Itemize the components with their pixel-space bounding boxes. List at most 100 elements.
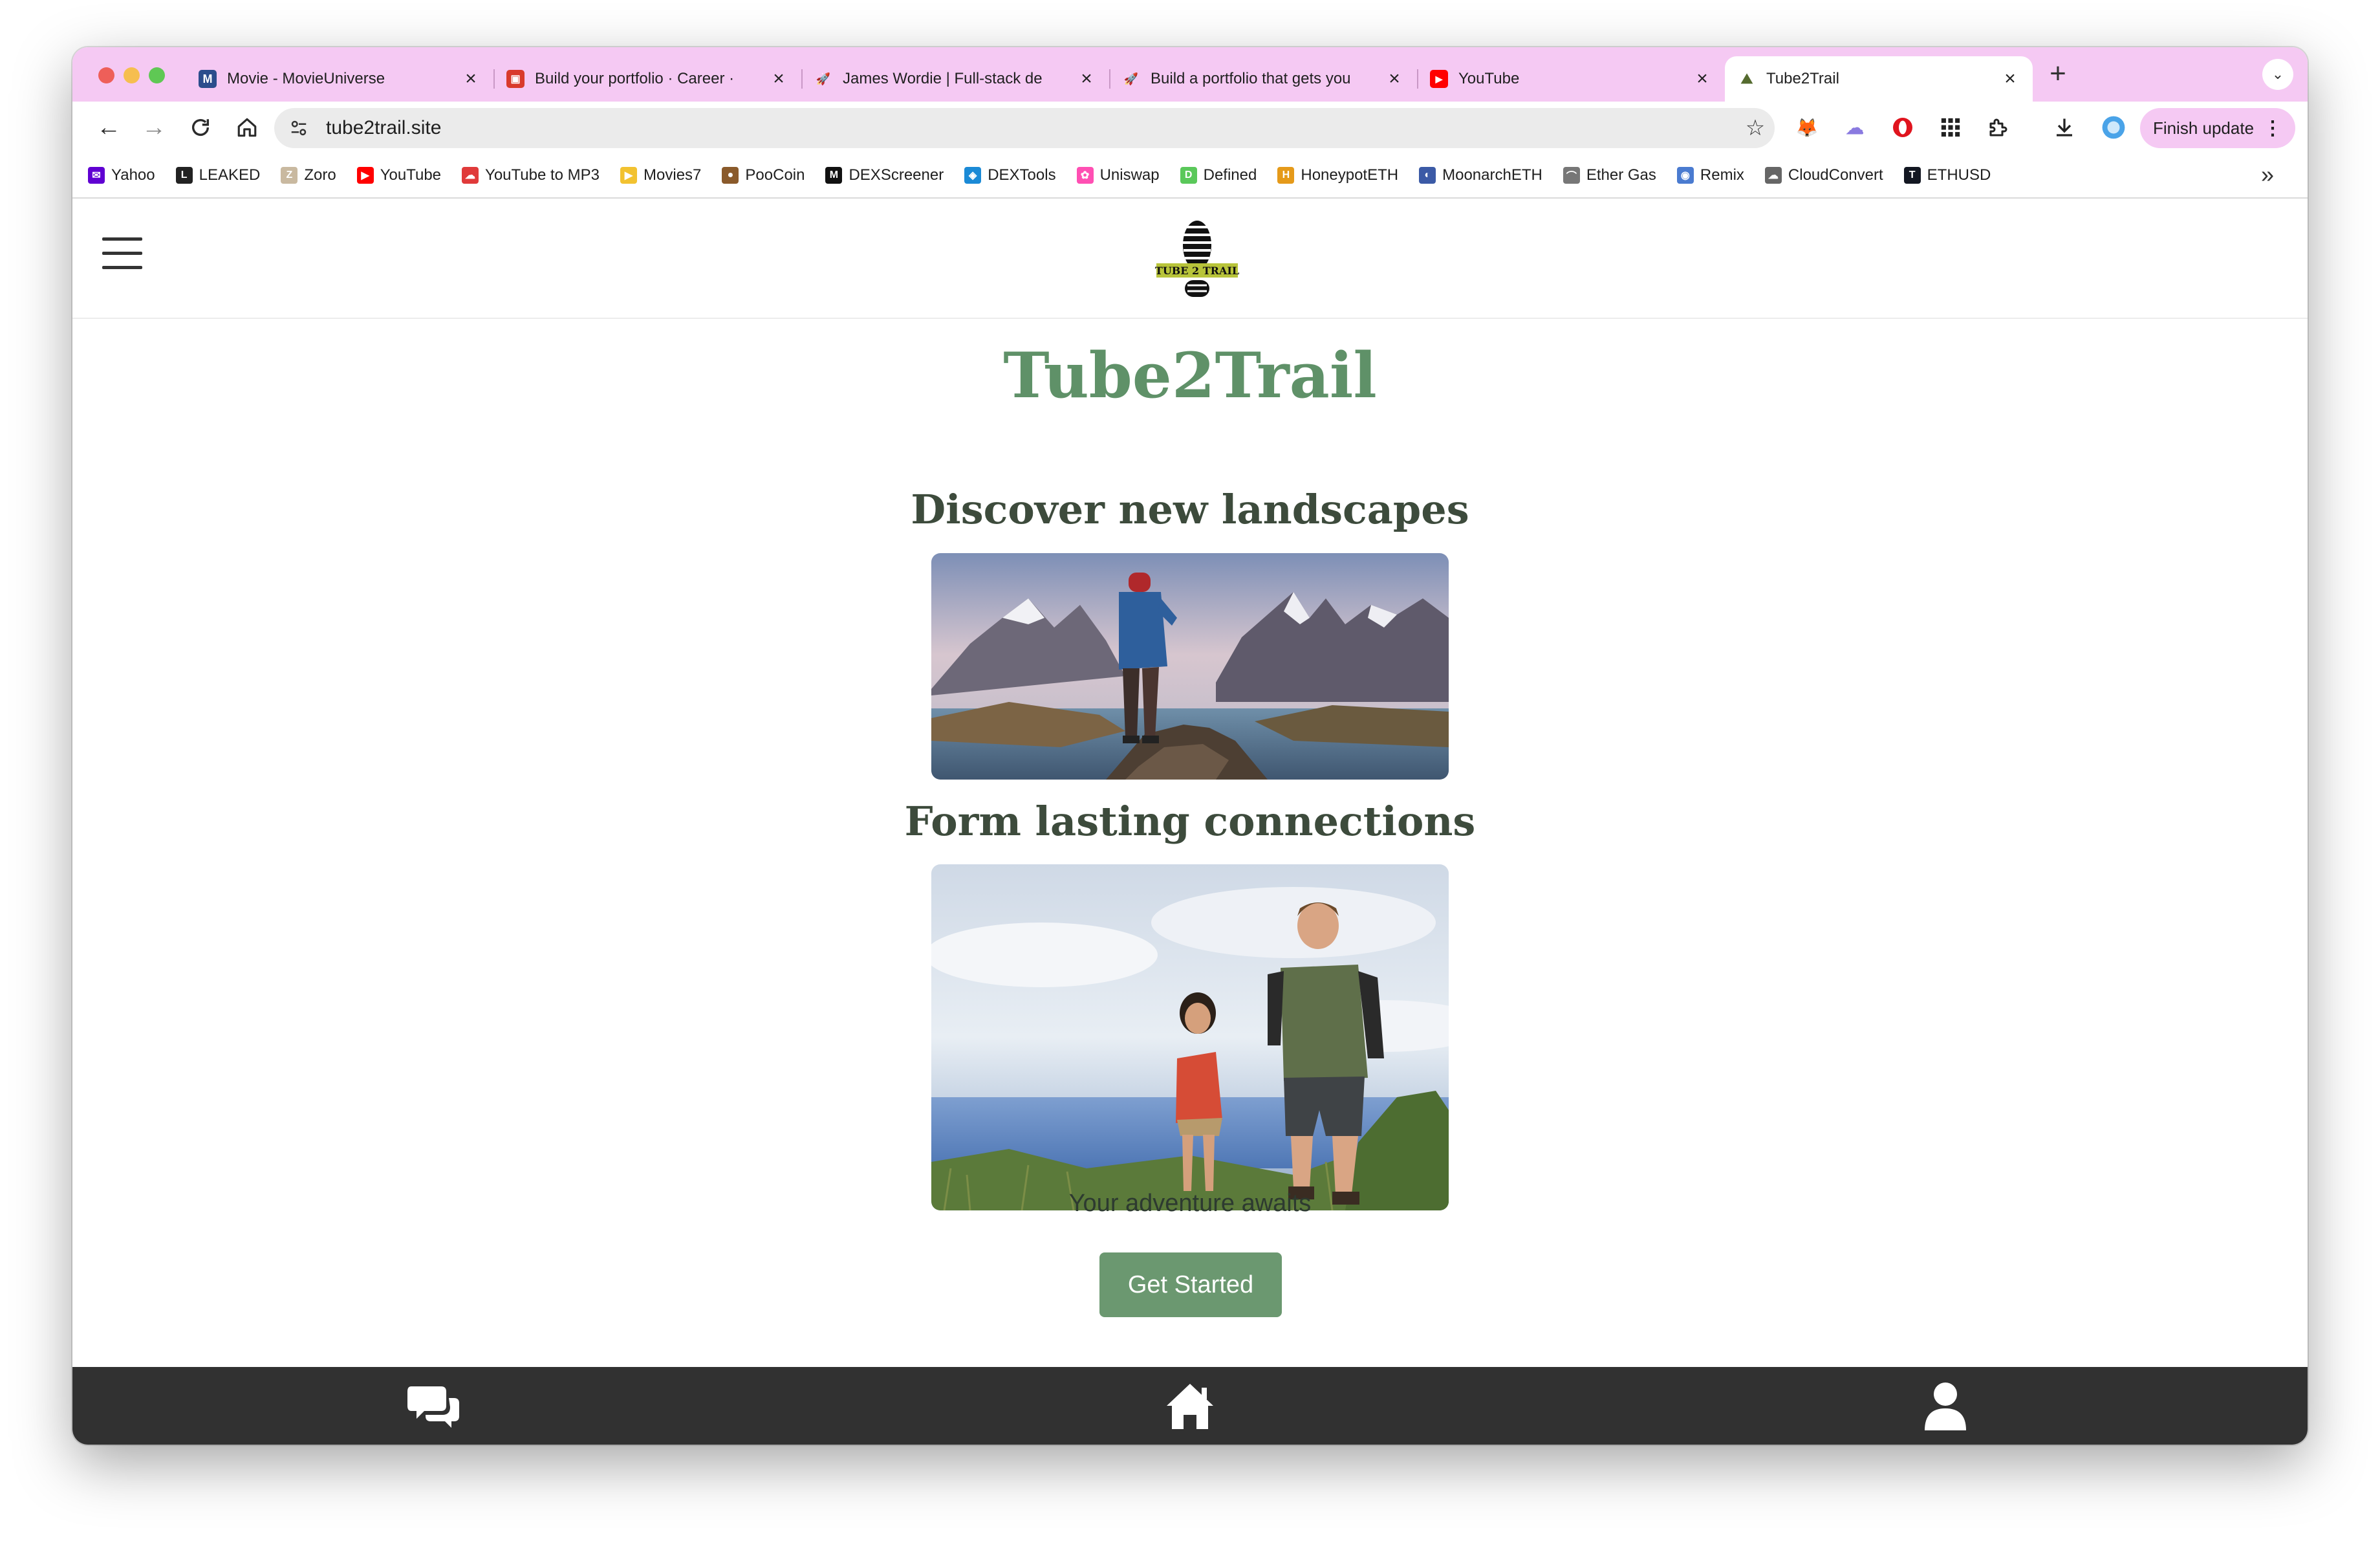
close-tab-icon[interactable]: × bbox=[1693, 68, 1712, 90]
bookmark-yahoo[interactable]: ✉ Yahoo bbox=[88, 166, 155, 184]
tab-title: YouTube bbox=[1458, 70, 1520, 87]
dextools-icon: ◈ bbox=[964, 167, 982, 184]
close-window-button[interactable] bbox=[98, 67, 114, 83]
bookmark-label: ETHUSD bbox=[1927, 166, 1991, 184]
tab-title: Build a portfolio that gets you bbox=[1151, 70, 1351, 87]
bookmark-youtube-to-mp3[interactable]: ☁ YouTube to MP3 bbox=[462, 166, 600, 184]
bookmark-uniswap[interactable]: ✿ Uniswap bbox=[1076, 166, 1160, 184]
bookmark-label: Remix bbox=[1700, 166, 1744, 184]
address-url[interactable]: tube2trail.site bbox=[326, 117, 1736, 139]
tab-0[interactable]: M Movie - MovieUniverse × bbox=[186, 56, 493, 102]
home-button[interactable] bbox=[229, 109, 265, 146]
bookmark-remix[interactable]: ◉ Remix bbox=[1676, 166, 1744, 184]
bookmark-label: MoonarchETH bbox=[1442, 166, 1542, 184]
bookmark-honeypoteth[interactable]: H HoneypotETH bbox=[1277, 166, 1398, 184]
bookmark-star-icon[interactable]: ☆ bbox=[1736, 115, 1775, 141]
metamask-extension-icon[interactable]: 🦊 bbox=[1793, 113, 1821, 142]
home-nav-icon[interactable] bbox=[1164, 1381, 1216, 1430]
bookmark-label: LEAKED bbox=[199, 166, 261, 184]
bookmark-zoro[interactable]: Z Zoro bbox=[281, 166, 336, 184]
bookmark-cloudconvert[interactable]: ☁ CloudConvert bbox=[1764, 166, 1883, 184]
chevron-down-icon: ⌄ bbox=[2271, 66, 2284, 82]
close-tab-icon[interactable]: × bbox=[461, 68, 481, 90]
apps-grid-icon[interactable] bbox=[1936, 113, 1965, 142]
profile-avatar-icon[interactable] bbox=[2099, 113, 2128, 142]
browser-window: M Movie - MovieUniverse × ▣ Build your portf… bbox=[72, 47, 2308, 1445]
bookmark-moonarcheth[interactable]: ◐ MoonarchETH bbox=[1419, 166, 1542, 184]
bookmark-leaked[interactable]: L LEAKED bbox=[175, 166, 261, 184]
tab-strip: M Movie - MovieUniverse × ▣ Build your portf… bbox=[72, 47, 2308, 102]
home-icon bbox=[237, 118, 257, 137]
hikers-photo bbox=[931, 864, 1449, 1210]
honeypot-icon: H bbox=[1277, 167, 1295, 184]
back-button[interactable]: ← bbox=[91, 109, 127, 146]
cloud-download-icon: ☁ bbox=[462, 167, 479, 184]
tube2trail-icon: ⛰ bbox=[1738, 70, 1756, 88]
youtube-icon: ▶ bbox=[356, 167, 374, 184]
play-icon: ▶ bbox=[620, 167, 638, 184]
site-settings-icon[interactable] bbox=[287, 116, 310, 140]
logo-text: TUBE 2 TRAIL bbox=[1155, 265, 1239, 277]
career-icon: ▣ bbox=[506, 70, 525, 88]
tab-5[interactable]: ⛰ Tube2Trail × bbox=[1725, 56, 2033, 102]
close-tab-icon[interactable]: × bbox=[1385, 68, 1404, 90]
bookmark-ether-gas[interactable]: ⌒ Ether Gas bbox=[1563, 166, 1656, 184]
close-tab-icon[interactable]: × bbox=[1077, 68, 1096, 90]
bookmark-dextools[interactable]: ◈ DEXTools bbox=[964, 166, 1056, 184]
close-tab-icon[interactable]: × bbox=[2000, 68, 2020, 90]
finish-update-button[interactable]: Finish update ⋮ bbox=[2140, 108, 2295, 148]
tab-list: M Movie - MovieUniverse × ▣ Build your portf… bbox=[186, 56, 2033, 102]
reload-button[interactable] bbox=[182, 109, 219, 146]
cloud-icon: ☁ bbox=[1764, 167, 1782, 184]
tradingview-icon: T bbox=[1903, 167, 1921, 184]
youtube-icon: ▶ bbox=[1430, 70, 1448, 88]
bookmark-label: Zoro bbox=[304, 166, 336, 184]
new-tab-button[interactable]: + bbox=[2039, 58, 2077, 90]
phantom-extension-icon[interactable]: ☁ bbox=[1841, 113, 1869, 142]
tab-4[interactable]: ▶ YouTube × bbox=[1417, 56, 1725, 102]
site-header: TUBE 2 TRAIL bbox=[72, 200, 2308, 319]
bookmark-label: DEXTools bbox=[988, 166, 1056, 184]
tab-search-button[interactable]: ⌄ bbox=[2262, 59, 2293, 90]
bookmark-label: Yahoo bbox=[111, 166, 155, 184]
chat-icon[interactable] bbox=[407, 1381, 459, 1430]
close-tab-icon[interactable]: × bbox=[769, 68, 788, 90]
tab-title: James Wordie | Full-stack de bbox=[843, 70, 1043, 87]
browser-toolbar: ← → tube2trail.site ☆ 🦊 ☁ Finish update … bbox=[72, 102, 2308, 153]
bookmark-poocoin[interactable]: ● PooCoin bbox=[722, 166, 805, 184]
tab-1[interactable]: ▣ Build your portfolio · Career · × bbox=[493, 56, 801, 102]
more-menu-icon: ⋮ bbox=[2263, 117, 2283, 139]
bookmark-ethusd[interactable]: T ETHUSD bbox=[1903, 166, 1991, 184]
arrow-left-icon: ← bbox=[96, 113, 121, 141]
poocoin-icon: ● bbox=[722, 167, 739, 184]
arrow-right-icon: → bbox=[142, 113, 166, 141]
bookmark-movies7[interactable]: ▶ Movies7 bbox=[620, 166, 701, 184]
bookmark-label: Uniswap bbox=[1099, 166, 1160, 184]
bookmarks-overflow-icon[interactable]: » bbox=[2261, 161, 2274, 188]
leaked-icon: L bbox=[175, 167, 193, 184]
tube2trail-logo[interactable]: TUBE 2 TRAIL bbox=[1155, 218, 1239, 300]
address-bar[interactable]: tube2trail.site ☆ bbox=[274, 108, 1775, 148]
bookmark-youtube[interactable]: ▶ YouTube bbox=[356, 166, 442, 184]
extensions-puzzle-icon[interactable] bbox=[1984, 113, 2013, 142]
bookmark-defined[interactable]: D Defined bbox=[1180, 166, 1257, 184]
gas-icon: ⌒ bbox=[1563, 167, 1580, 184]
opera-extension-icon[interactable] bbox=[1888, 113, 1917, 142]
bookmark-dexscreener[interactable]: M DEXScreener bbox=[825, 166, 944, 184]
tab-3[interactable]: 🚀 Build a portfolio that gets you × bbox=[1109, 56, 1417, 102]
get-started-button[interactable]: Get Started bbox=[1099, 1252, 1282, 1317]
tab-2[interactable]: 🚀 James Wordie | Full-stack de × bbox=[801, 56, 1109, 102]
zoom-window-button[interactable] bbox=[149, 67, 165, 83]
bookmark-label: YouTube bbox=[380, 166, 442, 184]
tab-title: Tube2Trail bbox=[1766, 70, 1839, 87]
minimize-window-button[interactable] bbox=[124, 67, 140, 83]
forward-button[interactable]: → bbox=[136, 109, 172, 146]
bookmark-label: Ether Gas bbox=[1586, 166, 1656, 184]
bottom-nav-bar bbox=[72, 1367, 2308, 1445]
landscape-photo bbox=[931, 553, 1449, 780]
hamburger-menu-icon[interactable] bbox=[102, 237, 142, 270]
remix-icon: ◉ bbox=[1676, 167, 1694, 184]
profile-icon[interactable] bbox=[1920, 1381, 1971, 1430]
downloads-icon[interactable] bbox=[2050, 113, 2079, 142]
window-controls bbox=[98, 67, 165, 83]
